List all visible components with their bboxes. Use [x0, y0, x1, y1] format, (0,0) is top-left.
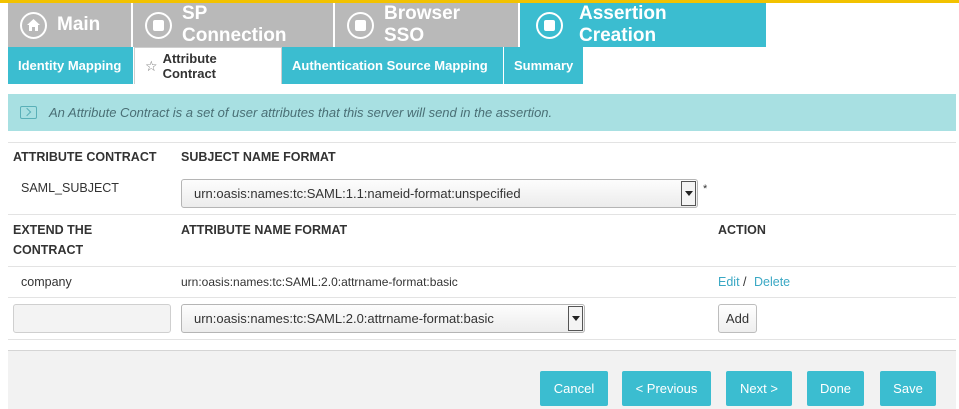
divider — [8, 266, 956, 267]
divider — [8, 142, 956, 143]
delete-link[interactable]: Delete — [754, 275, 790, 289]
next-button[interactable]: Next > — [726, 371, 792, 406]
info-text: An Attribute Contract is a set of user a… — [49, 105, 553, 120]
tab-sp-connection[interactable]: SP Connection — [133, 3, 335, 47]
new-attribute-name-input[interactable] — [13, 304, 171, 333]
header-action: ACTION — [718, 223, 766, 237]
chevron-down-icon[interactable] — [681, 181, 696, 206]
tab-browser-sso-label: Browser SSO — [384, 3, 461, 46]
tab-main-label: Main — [57, 14, 101, 35]
attribute-name-format-select[interactable]: urn:oasis:names:tc:SAML:2.0:attrname-for… — [181, 304, 585, 333]
subtab-authentication-source-mapping-label: Authentication Source Mapping — [292, 58, 488, 73]
expand-icon — [20, 106, 37, 119]
subtab-summary[interactable]: Summary — [504, 47, 584, 84]
required-mark: * — [703, 183, 708, 195]
tab-assertion-creation-label: Assertion Creation — [579, 3, 667, 46]
subtab-summary-label: Summary — [514, 58, 574, 73]
subtab-identity-mapping[interactable]: Identity Mapping — [8, 47, 134, 84]
chevron-down-icon[interactable] — [568, 306, 583, 331]
tab-browser-sso[interactable]: Browser SSO — [335, 3, 520, 47]
subject-name-format-select[interactable]: urn:oasis:names:tc:SAML:1.1:nameid-forma… — [181, 179, 698, 208]
header-attribute-contract: ATTRIBUTE CONTRACT — [13, 150, 157, 164]
cancel-button[interactable]: Cancel — [540, 371, 608, 406]
attribute-name-format-value: urn:oasis:names:tc:SAML:2.0:attrname-for… — [194, 311, 494, 326]
attribute-name-company: company — [21, 275, 72, 289]
main-tabs: Main SP Connection Browser SSO Assertion… — [8, 3, 768, 47]
square-circle-icon — [145, 11, 172, 39]
attribute-name-saml-subject: SAML_SUBJECT — [21, 181, 119, 195]
divider — [8, 339, 956, 340]
add-button[interactable]: Add — [718, 304, 757, 333]
header-extend-the-contract: EXTEND THE CONTRACT — [13, 223, 93, 257]
tab-sp-connection-label: SP Connection — [182, 3, 287, 46]
header-attribute-name-format: ATTRIBUTE NAME FORMAT — [181, 223, 348, 237]
divider — [8, 214, 956, 215]
edit-link[interactable]: Edit — [718, 275, 740, 289]
attribute-format-company: urn:oasis:names:tc:SAML:2.0:attrname-for… — [181, 275, 458, 289]
subject-name-format-value: urn:oasis:names:tc:SAML:1.1:nameid-forma… — [194, 186, 521, 201]
subtab-attribute-contract[interactable]: ☆ Attribute Contract — [134, 47, 282, 84]
subtab-identity-mapping-label: Identity Mapping — [18, 58, 122, 73]
info-banner: An Attribute Contract is a set of user a… — [8, 94, 956, 131]
subtab-attribute-contract-label: Attribute Contract — [162, 51, 217, 81]
done-button[interactable]: Done — [807, 371, 864, 406]
tab-main[interactable]: Main — [8, 3, 133, 47]
row-actions: Edit / Delete — [718, 275, 790, 289]
previous-button[interactable]: < Previous — [622, 371, 711, 406]
square-circle-icon — [347, 11, 374, 39]
save-button[interactable]: Save — [880, 371, 936, 406]
tab-assertion-creation[interactable]: Assertion Creation — [520, 3, 768, 47]
subtab-authentication-source-mapping[interactable]: Authentication Source Mapping — [282, 47, 504, 84]
action-separator: / — [743, 275, 747, 289]
home-icon — [20, 11, 47, 39]
sub-tabs: Identity Mapping ☆ Attribute Contract Au… — [8, 47, 584, 84]
header-subject-name-format: SUBJECT NAME FORMAT — [181, 150, 336, 164]
divider — [8, 297, 956, 298]
star-icon: ☆ — [145, 57, 158, 74]
square-circle-icon — [536, 11, 563, 39]
